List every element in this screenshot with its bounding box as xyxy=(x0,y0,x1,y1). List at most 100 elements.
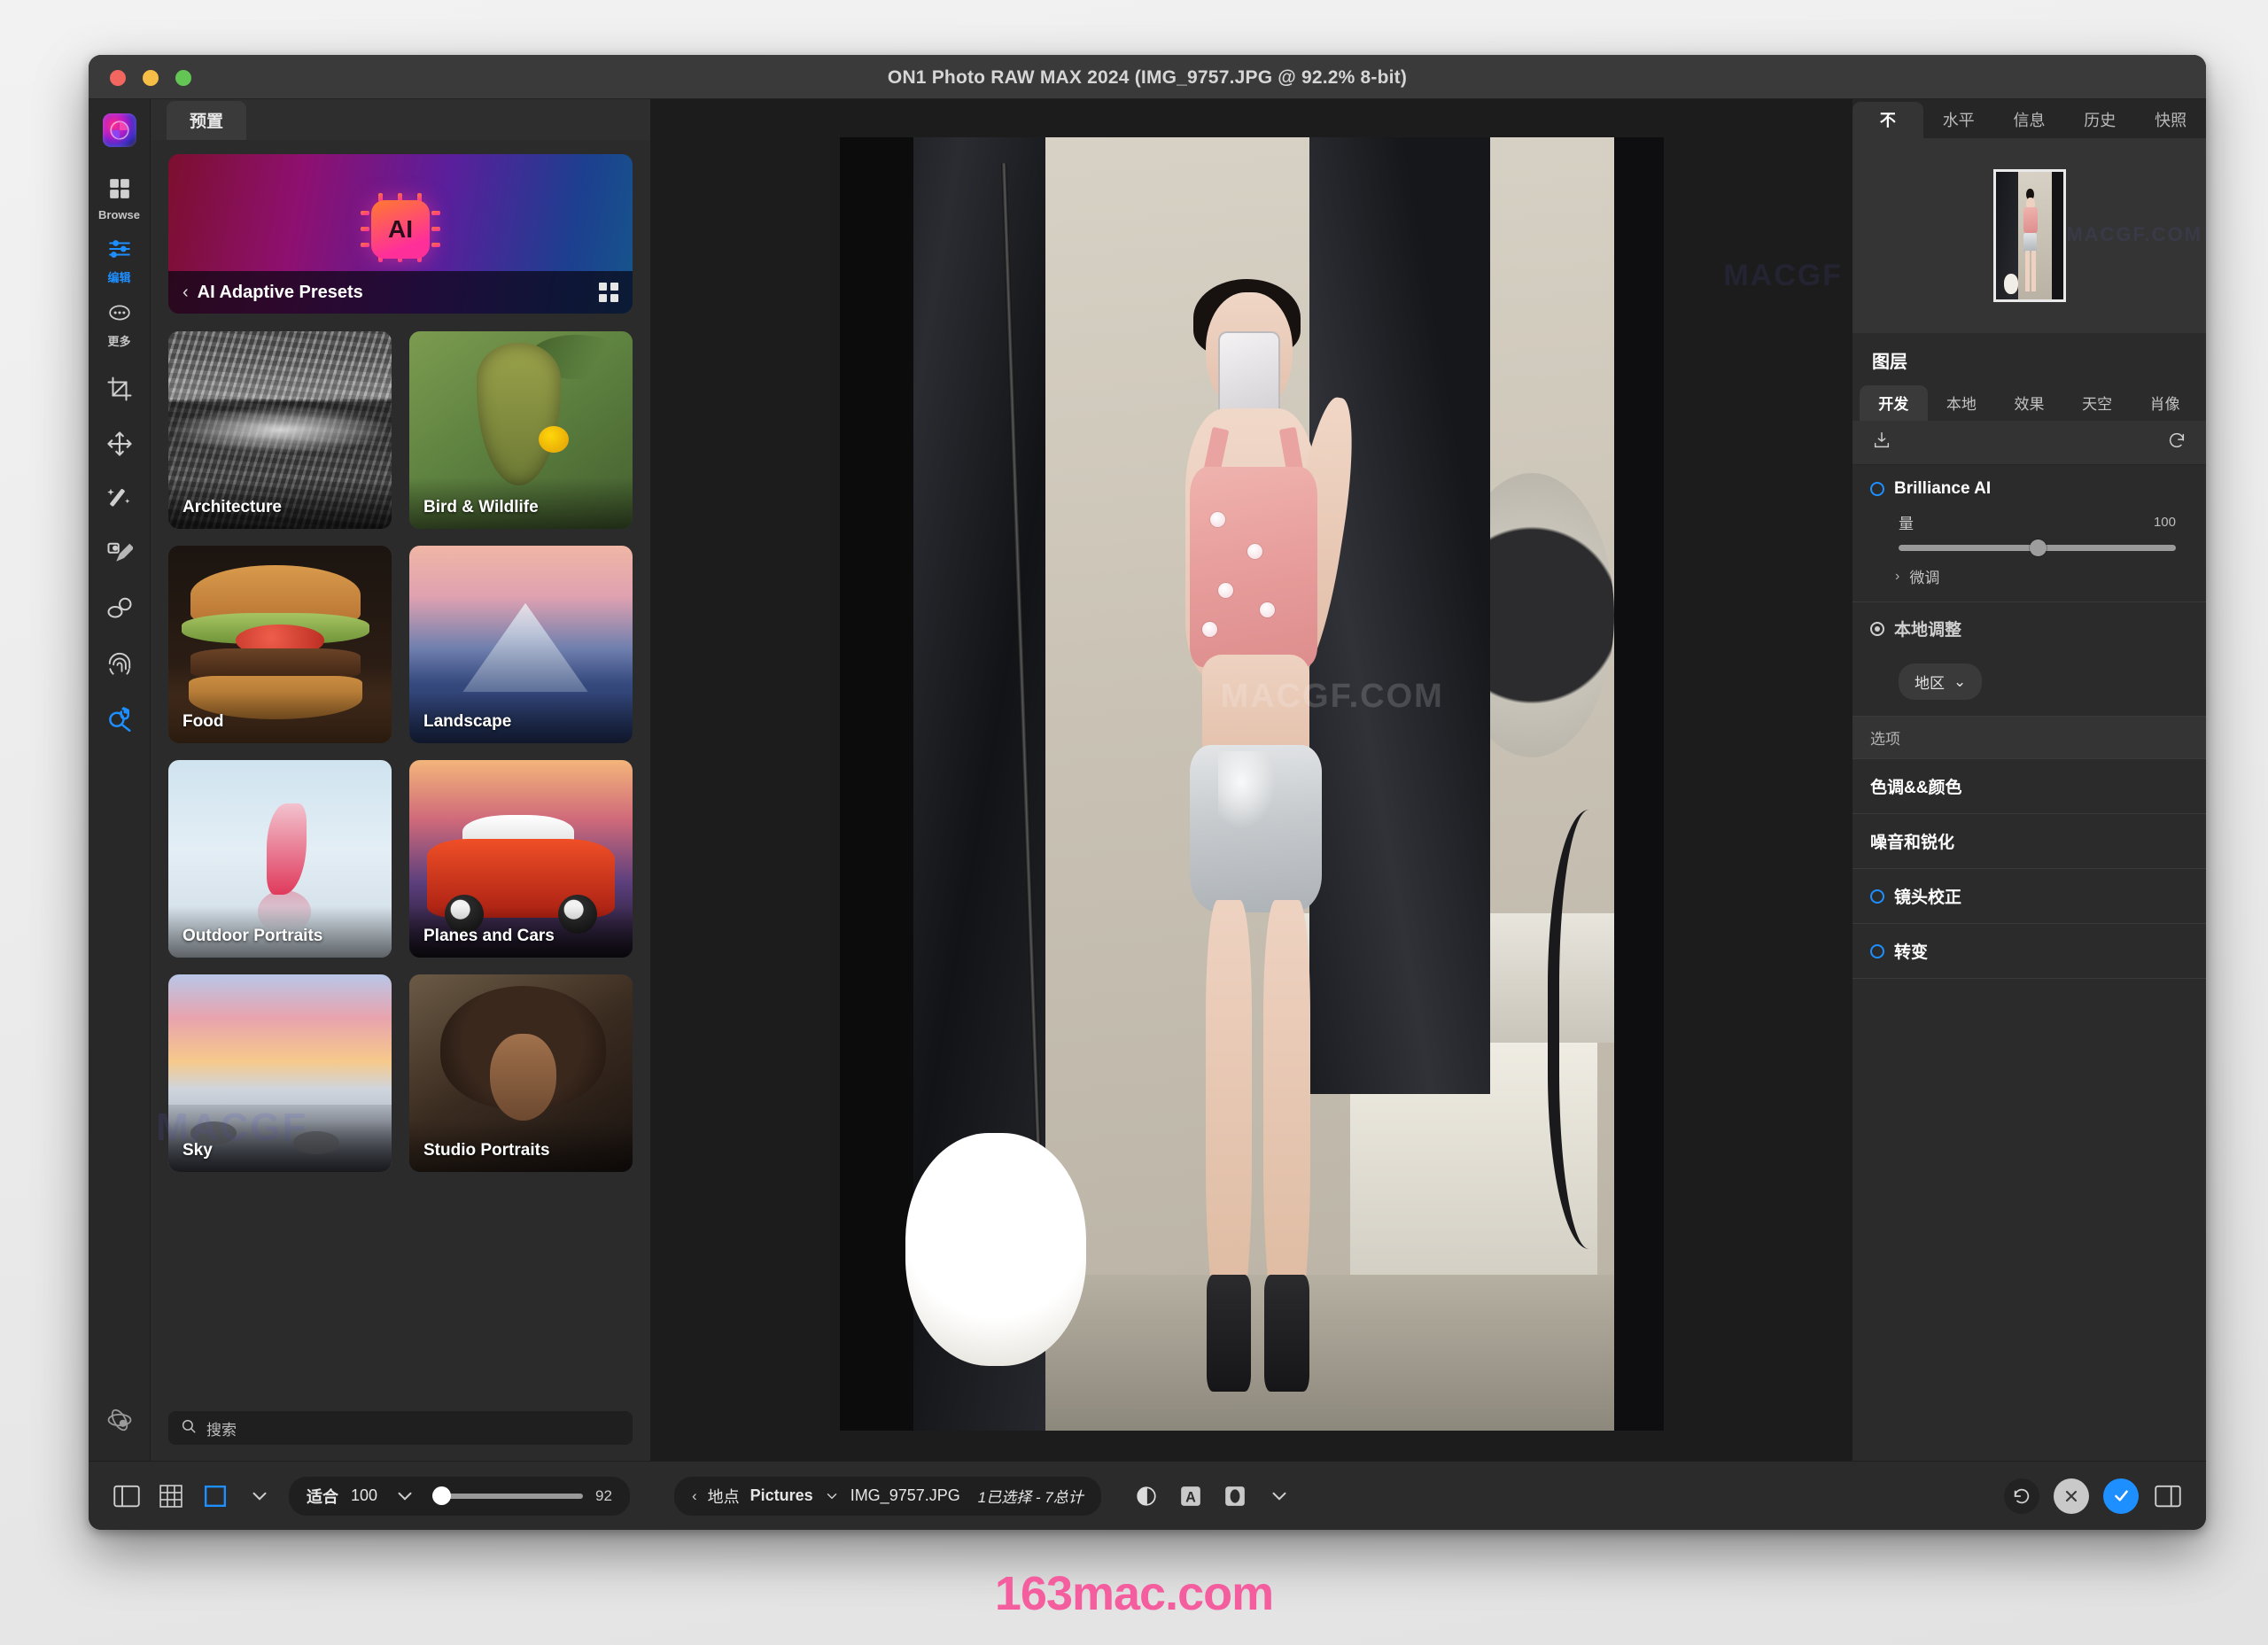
tool-crop[interactable] xyxy=(101,372,138,409)
preview-thumbnail[interactable] xyxy=(1992,169,2066,302)
image-canvas[interactable]: MACGF.COM MACGF xyxy=(651,99,1852,1461)
tab-develop[interactable]: 开发 xyxy=(1860,385,1928,421)
zoom-slider-knob[interactable] xyxy=(432,1486,452,1505)
sidebar-item-edit[interactable]: 编辑 xyxy=(89,232,151,291)
chevron-right-icon: › xyxy=(1895,568,1900,584)
tool-transform[interactable] xyxy=(101,427,138,464)
amount-slider[interactable] xyxy=(1899,539,2176,556)
mask-icon[interactable] xyxy=(1220,1483,1250,1509)
preset-card-bird-wildlife[interactable]: Bird & Wildlife xyxy=(409,331,633,529)
preset-card-landscape[interactable]: Landscape xyxy=(409,546,633,743)
presets-search-wrap: 搜索 xyxy=(151,1397,650,1461)
page-watermark: 163mac.com xyxy=(994,1567,1274,1620)
breadcrumb: ‹ 地点 Pictures IMG_9757.JPG 1已选择 - 7总计 xyxy=(673,1476,1101,1516)
option-row-noise-sharpen[interactable]: 噪音和锐化 xyxy=(1852,814,2206,869)
search-icon xyxy=(181,1418,197,1439)
tool-retouch[interactable] xyxy=(101,482,138,519)
breadcrumb-filename: IMG_9757.JPG xyxy=(850,1486,960,1504)
reset-button[interactable] xyxy=(2004,1478,2039,1514)
tab-none[interactable]: 不 xyxy=(1852,102,1923,138)
preset-card-outdoor-portraits[interactable]: Outdoor Portraits xyxy=(168,760,392,958)
fine-tune-row[interactable]: › 微调 xyxy=(1852,556,2206,601)
preset-card-planes-and-cars[interactable]: Planes and Cars xyxy=(409,760,633,958)
text-overlay-icon[interactable]: A xyxy=(1176,1483,1206,1509)
move-icon xyxy=(106,431,133,462)
section-header[interactable]: 本地调整 xyxy=(1852,602,2206,651)
tab-local[interactable]: 本地 xyxy=(1928,385,1996,421)
tab-levels[interactable]: 水平 xyxy=(1923,102,1994,138)
grid-view-icon[interactable] xyxy=(156,1483,186,1509)
tool-zoom-pan[interactable] xyxy=(101,702,138,739)
region-dropdown[interactable]: 地区 ⌄ xyxy=(1899,663,1983,700)
tool-brush[interactable] xyxy=(101,537,138,574)
left-rail: Browse 编辑 更多 xyxy=(89,99,151,1461)
sidebar-item-label: Browse xyxy=(98,208,140,221)
radio-filled-icon[interactable] xyxy=(1870,621,1884,636)
sidebar-item-browse[interactable]: Browse xyxy=(89,172,151,227)
preset-grid: Architecture Bird & Wildlife Food Landsc… xyxy=(168,331,633,1172)
tab-info[interactable]: 信息 xyxy=(1994,102,2065,138)
chevron-left-icon[interactable]: ‹ xyxy=(692,1487,697,1505)
section-local-adjustments: 本地调整 地区 ⌄ xyxy=(1852,602,2206,717)
module-toolrow xyxy=(1852,421,2206,465)
option-row-lens-correction[interactable]: 镜头校正 xyxy=(1852,869,2206,924)
radio-outline-icon[interactable] xyxy=(1870,482,1884,496)
cancel-button[interactable] xyxy=(2054,1478,2089,1514)
single-view-icon[interactable] xyxy=(200,1483,230,1509)
preset-label: Outdoor Portraits xyxy=(183,927,323,945)
sidebar-item-label: 编辑 xyxy=(107,271,131,284)
preset-label: Studio Portraits xyxy=(423,1141,550,1160)
grid-view-icon[interactable] xyxy=(599,283,618,302)
zoom-level[interactable]: 100 xyxy=(351,1486,377,1505)
chevron-down-icon[interactable] xyxy=(824,1483,840,1509)
chevron-down-icon[interactable] xyxy=(1264,1483,1294,1509)
slider-value: 100 xyxy=(2153,515,2176,530)
chevron-down-icon[interactable] xyxy=(245,1483,275,1509)
tab-sky[interactable]: 天空 xyxy=(2063,385,2132,421)
sidebar-item-label: 更多 xyxy=(107,335,131,348)
slider-knob[interactable] xyxy=(2029,539,2047,556)
preset-card-sky[interactable]: Sky xyxy=(168,974,392,1172)
region-label: 地区 xyxy=(1915,675,1945,692)
preview-eye-icon[interactable] xyxy=(1131,1483,1161,1509)
zoom-slider[interactable] xyxy=(432,1486,584,1505)
apply-button[interactable] xyxy=(2103,1478,2139,1514)
chevron-down-icon: ⌄ xyxy=(1953,672,1967,690)
fingerprint-icon xyxy=(106,650,133,681)
option-row-tone-color[interactable]: 色调&&颜色 xyxy=(1852,759,2206,814)
panel-toggle-icon[interactable] xyxy=(112,1483,142,1509)
amount-slider-row: 量 100 xyxy=(1852,509,2206,556)
import-preset-icon[interactable] xyxy=(1872,431,1891,454)
preset-card-studio-portraits[interactable]: Studio Portraits xyxy=(409,974,633,1172)
ai-adaptive-presets-banner[interactable]: AI ‹ AI Adaptive Presets xyxy=(168,154,633,314)
panel-toggle-right-icon[interactable] xyxy=(2153,1483,2183,1509)
chevron-down-icon[interactable] xyxy=(390,1483,420,1509)
right-panel: 不 水平 信息 历史 快照 MACGF.COM 图层 开发 本地 效果 天空 肖… xyxy=(1852,99,2206,1461)
slider-label: 量 xyxy=(1899,516,1914,532)
sidebar-item-more[interactable]: 更多 xyxy=(89,296,151,354)
radio-outline-icon[interactable] xyxy=(1870,943,1884,958)
section-brilliance-ai: Brilliance AI 量 100 › 微调 xyxy=(1852,465,2206,602)
magic-wand-icon xyxy=(106,485,133,516)
tab-presets[interactable]: 预置 xyxy=(167,101,247,140)
option-row-transform[interactable]: 转变 xyxy=(1852,924,2206,979)
chevron-left-icon[interactable]: ‹ xyxy=(183,283,189,303)
tool-blemish[interactable] xyxy=(101,592,138,629)
search-input[interactable]: 搜索 xyxy=(168,1411,633,1445)
reset-icon[interactable] xyxy=(2167,431,2186,454)
breadcrumb-folder[interactable]: Pictures xyxy=(750,1486,813,1505)
tab-effects[interactable]: 效果 xyxy=(1995,385,2063,421)
section-header[interactable]: Brilliance AI xyxy=(1852,465,2206,509)
tool-soft-proof[interactable] xyxy=(89,1407,151,1438)
tab-portrait[interactable]: 肖像 xyxy=(2131,385,2199,421)
preset-card-food[interactable]: Food xyxy=(168,546,392,743)
zoom-fit-label[interactable]: 适合 xyxy=(307,1485,338,1508)
section-title: 本地调整 xyxy=(1894,621,1962,640)
preset-card-architecture[interactable]: Architecture xyxy=(168,331,392,529)
tab-history[interactable]: 历史 xyxy=(2064,102,2135,138)
atom-icon xyxy=(106,1407,133,1438)
tab-snapshot[interactable]: 快照 xyxy=(2135,102,2206,138)
presets-scroll-area[interactable]: AI ‹ AI Adaptive Presets Architecture Bi… xyxy=(151,140,650,1397)
tool-clone[interactable] xyxy=(101,647,138,684)
radio-outline-icon[interactable] xyxy=(1870,888,1884,904)
